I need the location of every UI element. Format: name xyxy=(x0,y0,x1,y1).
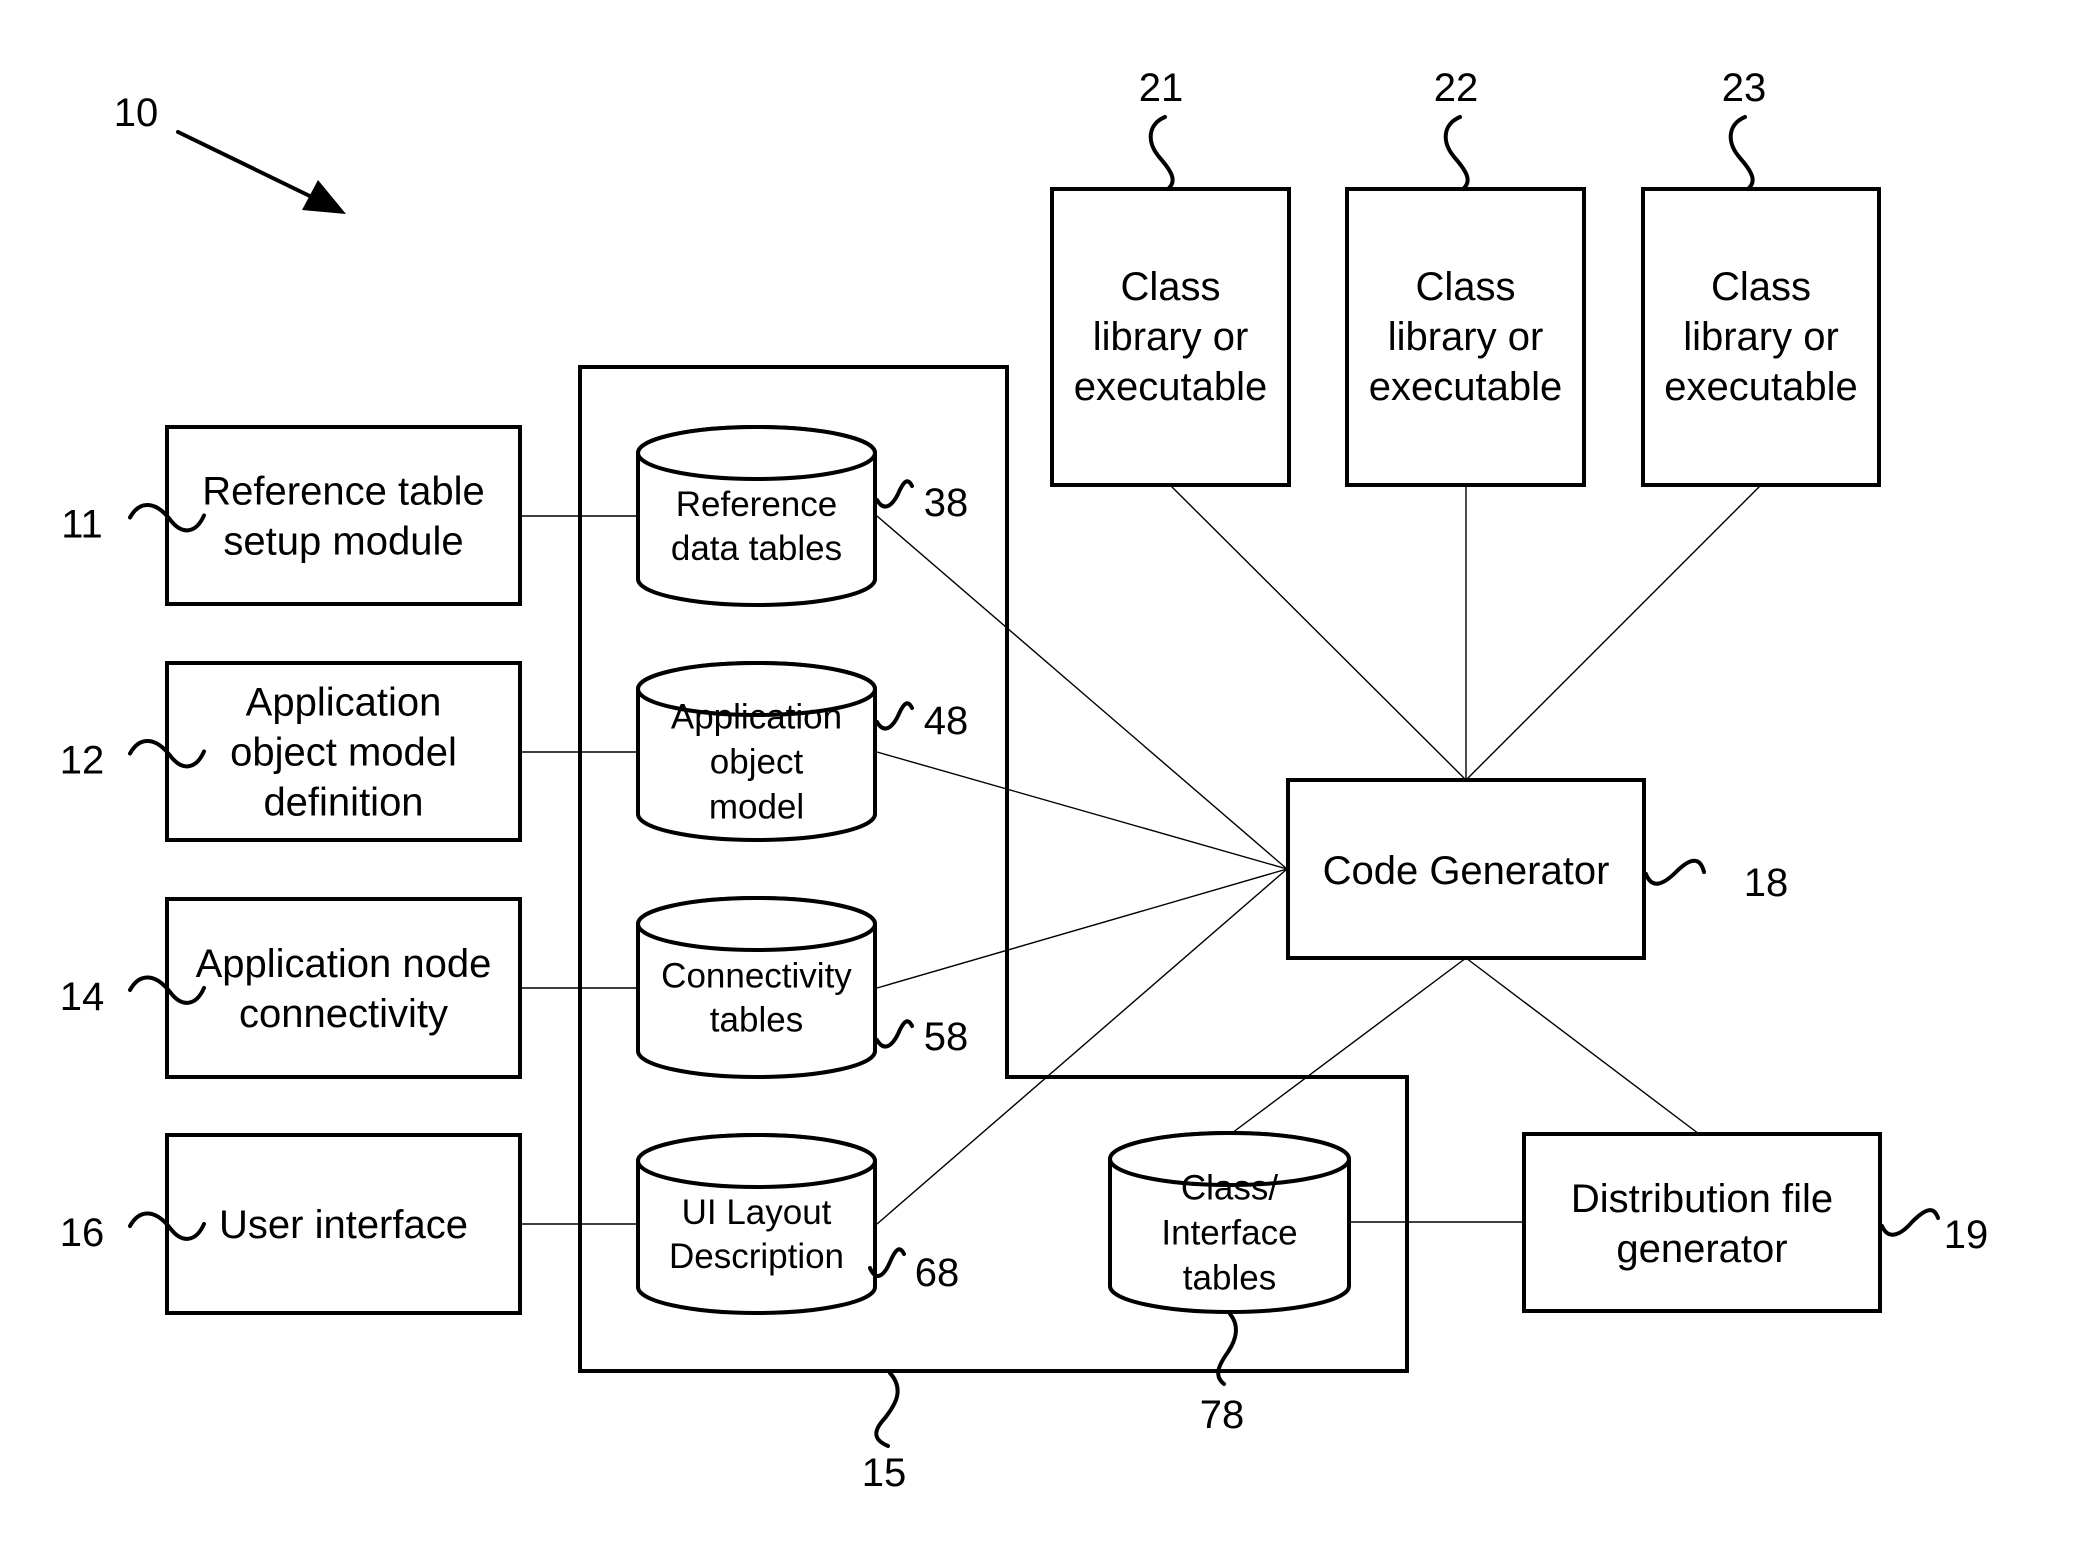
distribution-box[interactable] xyxy=(1522,1132,1882,1313)
data-table-78-label-line-1: Class/ xyxy=(1181,1169,1279,1208)
connector-21-18 xyxy=(1169,484,1467,781)
data-table-58-label-line-1: Connectivity xyxy=(661,957,852,996)
class-library-21-label-line-1: Class xyxy=(1120,265,1220,309)
cylinder-top xyxy=(636,896,877,952)
data-table-48[interactable]: Application object model 48 xyxy=(636,661,969,842)
connector-23-18 xyxy=(1465,484,1762,781)
class-library-21[interactable]: Class library or executable 21 xyxy=(1050,66,1291,487)
cylinder-top xyxy=(636,1133,877,1189)
figure-ref-number: 10 xyxy=(114,91,159,135)
class-library-21-label-line-3: executable xyxy=(1074,365,1267,409)
data-table-48-label-line-3: model xyxy=(709,788,804,827)
code-generator[interactable]: Code Generator 18 xyxy=(1286,778,1789,960)
distribution-file-generator[interactable]: Distribution file generator 19 xyxy=(1522,1132,1989,1313)
module-11-label-line-2: setup module xyxy=(223,520,463,564)
code-generator-ref-number: 18 xyxy=(1744,861,1789,905)
data-table-48-leader-line xyxy=(875,701,914,731)
connector-18-78 xyxy=(1231,957,1467,1134)
repository-ref-number: 15 xyxy=(862,1451,907,1495)
connector-48-18 xyxy=(876,751,1288,870)
data-table-38[interactable]: Reference data tables 38 xyxy=(636,425,969,607)
data-table-38-label-line-2: data tables xyxy=(671,529,842,568)
data-tables: Reference data tables 38 Application object m… xyxy=(636,425,1351,1437)
distribution-label-line-1: Distribution file xyxy=(1571,1177,1833,1221)
data-table-58-label-line-2: tables xyxy=(710,1001,803,1040)
class-library-22-leader-line xyxy=(1443,115,1470,191)
data-table-58-leader-line xyxy=(875,1019,914,1049)
data-table-78-ref-number: 78 xyxy=(1200,1393,1245,1437)
figure-ref-arrow-shaft xyxy=(176,130,320,202)
module-14-ref-number: 14 xyxy=(60,975,105,1019)
data-table-48-ref-number: 48 xyxy=(924,699,969,743)
class-library-23[interactable]: Class library or executable 23 xyxy=(1641,66,1881,487)
module-16-label-line-1: User interface xyxy=(219,1203,468,1247)
class-library-22-label-line-2: library or xyxy=(1388,315,1544,359)
class-library-22[interactable]: Class library or executable 22 xyxy=(1345,66,1586,487)
data-table-58-ref-number: 58 xyxy=(924,1015,969,1059)
connector-58-18 xyxy=(876,868,1288,989)
module-12-label-line-1: Application xyxy=(246,681,442,725)
module-11-label-line-1: Reference table xyxy=(202,470,484,514)
module-14-label-line-1: Application node xyxy=(196,942,492,986)
class-library-22-ref-number: 22 xyxy=(1434,66,1479,110)
data-table-68-label-line-1: UI Layout xyxy=(682,1193,832,1232)
data-table-68-ref-number: 68 xyxy=(915,1251,960,1295)
cylinder-top xyxy=(636,425,877,481)
data-table-38-label-line-1: Reference xyxy=(676,485,837,524)
data-table-58[interactable]: Connectivity tables 58 xyxy=(636,896,969,1079)
module-14-label-line-2: connectivity xyxy=(239,992,448,1036)
input-modules: Reference table setup module 11 Application… xyxy=(60,425,522,1315)
module-12-ref-number: 12 xyxy=(60,739,105,783)
system-block-diagram: 10 15 Reference table setup module 11 Appli… xyxy=(60,66,1989,1495)
data-table-78-label-line-2: Interface xyxy=(1161,1214,1297,1253)
data-table-38-ref-number: 38 xyxy=(924,481,969,525)
class-libraries: Class library or executable 21 Class library … xyxy=(1050,66,1881,487)
code-generator-leader-line xyxy=(1644,858,1706,886)
module-14[interactable]: Application node connectivity 14 xyxy=(60,897,522,1079)
class-library-23-label-line-2: library or xyxy=(1683,315,1839,359)
class-library-23-ref-number: 23 xyxy=(1722,66,1767,110)
class-library-21-leader-line xyxy=(1148,115,1175,191)
data-table-68[interactable]: UI Layout Description 68 xyxy=(636,1133,960,1315)
class-library-21-label-line-2: library or xyxy=(1093,315,1249,359)
data-table-48-label-line-2: object xyxy=(710,743,804,782)
module-11-ref-number: 11 xyxy=(61,503,103,547)
data-table-78[interactable]: Class/Interface tables 78 xyxy=(1108,1131,1351,1437)
distribution-leader-line xyxy=(1880,1208,1940,1237)
figure-reference: 10 xyxy=(114,91,346,214)
repository-leader-line xyxy=(874,1371,900,1448)
data-table-48-label-line-1: Application xyxy=(671,698,842,737)
module-12[interactable]: Application object model definition 12 xyxy=(60,661,522,842)
distribution-ref-number: 19 xyxy=(1944,1213,1989,1257)
class-library-23-label-line-1: Class xyxy=(1711,265,1811,309)
module-box[interactable] xyxy=(165,897,522,1079)
module-12-label-line-2: object model xyxy=(230,731,457,775)
class-library-22-label-line-1: Class xyxy=(1415,265,1515,309)
class-library-22-label-line-3: executable xyxy=(1369,365,1562,409)
class-library-21-ref-number: 21 xyxy=(1139,66,1184,110)
module-16[interactable]: User interface 16 xyxy=(60,1133,522,1315)
data-table-68-label-line-2: Description xyxy=(669,1237,844,1276)
connector-18-19 xyxy=(1465,957,1700,1135)
class-library-23-leader-line xyxy=(1728,115,1755,191)
class-library-23-label-line-3: executable xyxy=(1664,365,1857,409)
connector-38-18 xyxy=(876,515,1288,870)
data-table-38-leader-line xyxy=(875,479,914,509)
data-table-78-label-line-3: tables xyxy=(1183,1259,1276,1298)
code-generator-label: Code Generator xyxy=(1323,849,1610,893)
module-12-label-line-3: definition xyxy=(263,781,423,825)
module-box[interactable] xyxy=(165,425,522,606)
module-11[interactable]: Reference table setup module 11 xyxy=(61,425,522,606)
distribution-label-line-2: generator xyxy=(1616,1227,1787,1271)
data-table-78-leader-line xyxy=(1216,1312,1238,1386)
module-16-ref-number: 16 xyxy=(60,1211,105,1255)
